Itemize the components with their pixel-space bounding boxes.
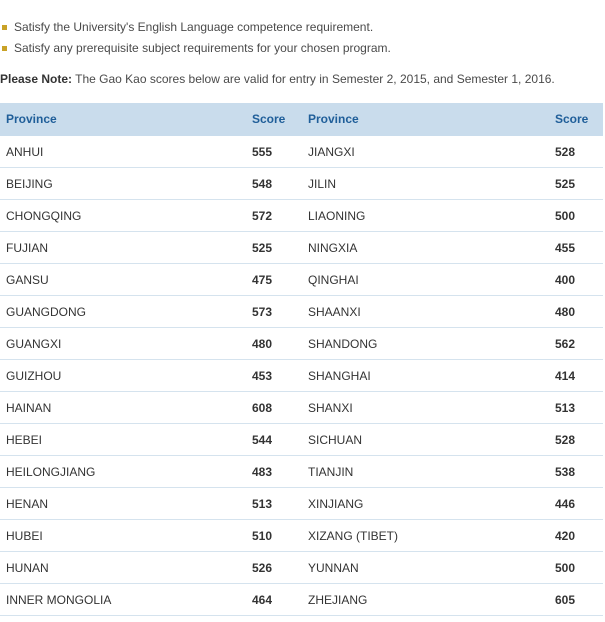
province-cell: HENAN — [0, 487, 246, 520]
province-cell: HUNAN — [0, 551, 246, 584]
province-cell: YUNNAN — [302, 551, 549, 584]
column-header-score: Score — [549, 103, 603, 136]
requirements-list: Satisfy the University's English Languag… — [0, 18, 391, 60]
table-row: GUIZHOU 453 SHANGHAI 414 — [0, 359, 603, 392]
score-cell: 446 — [549, 487, 603, 520]
square-bullet-icon — [2, 46, 7, 51]
score-cell: 414 — [549, 359, 603, 392]
column-header-province: Province — [302, 103, 549, 136]
province-cell: CHONGQING — [0, 199, 246, 232]
province-cell: SHANGHAI — [302, 359, 549, 392]
table-row: FUJIAN 525 NINGXIA 455 — [0, 231, 603, 264]
province-cell: JILIN — [302, 167, 549, 200]
province-cell: SICHUAN — [302, 423, 549, 456]
table-row: HUBEI 510 XIZANG (TIBET) 420 — [0, 519, 603, 552]
province-cell: ZHEJIANG — [302, 583, 549, 616]
square-bullet-icon — [2, 25, 7, 30]
province-cell: FUJIAN — [0, 231, 246, 264]
column-header-score: Score — [246, 103, 302, 136]
score-cell: 513 — [246, 487, 302, 520]
province-cell: SHANXI — [302, 391, 549, 424]
province-cell: INNER MONGOLIA — [0, 583, 246, 616]
score-cell: 544 — [246, 423, 302, 456]
score-cell: 573 — [246, 295, 302, 328]
province-cell: XINJIANG — [302, 487, 549, 520]
score-cell: 475 — [246, 263, 302, 296]
requirement-item: Satisfy any prerequisite subject require… — [0, 39, 391, 60]
score-cell: 453 — [246, 359, 302, 392]
table-row: HEBEI 544 SICHUAN 528 — [0, 423, 603, 456]
score-cell: 526 — [246, 551, 302, 584]
table-row: HENAN 513 XINJIANG 446 — [0, 487, 603, 520]
score-cell: 480 — [246, 327, 302, 360]
table-row: GUANGXI 480 SHANDONG 562 — [0, 327, 603, 360]
score-cell: 525 — [246, 231, 302, 264]
province-cell: SHAANXI — [302, 295, 549, 328]
table-row: HUNAN 526 YUNNAN 500 — [0, 551, 603, 584]
province-cell: QINGHAI — [302, 263, 549, 296]
province-cell: HEBEI — [0, 423, 246, 456]
province-cell: TIANJIN — [302, 455, 549, 488]
province-cell: GUANGXI — [0, 327, 246, 360]
province-cell: HAINAN — [0, 391, 246, 424]
score-cell: 538 — [549, 455, 603, 488]
province-cell: HEILONGJIANG — [0, 455, 246, 488]
score-cell: 528 — [549, 423, 603, 456]
score-cell: 400 — [549, 263, 603, 296]
score-cell: 500 — [549, 199, 603, 232]
table-row: GUANGDONG 573 SHAANXI 480 — [0, 295, 603, 328]
province-cell: JIANGXI — [302, 135, 549, 168]
score-cell: 528 — [549, 135, 603, 168]
table-header-row: Province Score Province Score — [0, 103, 603, 136]
requirement-text: Satisfy the University's English Languag… — [14, 20, 374, 34]
table-body: ANHUI 555 JIANGXI 528 BEIJING 548 JILIN 525 CHON… — [0, 135, 603, 616]
province-cell: NINGXIA — [302, 231, 549, 264]
table-row: INNER MONGOLIA 464 ZHEJIANG 605 — [0, 583, 603, 616]
table-row: HEILONGJIANG 483 TIANJIN 538 — [0, 455, 603, 488]
score-cell: 510 — [246, 519, 302, 552]
score-cell: 420 — [549, 519, 603, 552]
province-cell: BEIJING — [0, 167, 246, 200]
table-row: GANSU 475 QINGHAI 400 — [0, 263, 603, 296]
gaokao-score-table: Province Score Province Score ANHUI 555 JI… — [0, 103, 603, 616]
table-row: BEIJING 548 JILIN 525 — [0, 167, 603, 200]
table-row: CHONGQING 572 LIAONING 500 — [0, 199, 603, 232]
score-cell: 464 — [246, 583, 302, 616]
score-cell: 605 — [549, 583, 603, 616]
score-cell: 562 — [549, 327, 603, 360]
province-cell: ANHUI — [0, 135, 246, 168]
province-cell: GANSU — [0, 263, 246, 296]
score-cell: 608 — [246, 391, 302, 424]
province-cell: SHANDONG — [302, 327, 549, 360]
requirement-item: Satisfy the University's English Languag… — [0, 18, 391, 39]
province-cell: HUBEI — [0, 519, 246, 552]
note-text: The Gao Kao scores below are valid for e… — [72, 72, 555, 86]
note-label: Please Note: — [0, 72, 73, 86]
score-cell: 480 — [549, 295, 603, 328]
province-cell: LIAONING — [302, 199, 549, 232]
note-paragraph: Please Note: The Gao Kao scores below ar… — [0, 71, 555, 87]
requirement-text: Satisfy any prerequisite subject require… — [14, 41, 391, 55]
column-header-province: Province — [0, 103, 246, 136]
table-row: HAINAN 608 SHANXI 513 — [0, 391, 603, 424]
score-cell: 555 — [246, 135, 302, 168]
province-cell: GUIZHOU — [0, 359, 246, 392]
score-cell: 513 — [549, 391, 603, 424]
score-cell: 525 — [549, 167, 603, 200]
province-cell: XIZANG (TIBET) — [302, 519, 549, 552]
score-cell: 548 — [246, 167, 302, 200]
score-cell: 483 — [246, 455, 302, 488]
score-cell: 455 — [549, 231, 603, 264]
score-cell: 500 — [549, 551, 603, 584]
province-cell: GUANGDONG — [0, 295, 246, 328]
table-row: ANHUI 555 JIANGXI 528 — [0, 135, 603, 168]
score-cell: 572 — [246, 199, 302, 232]
